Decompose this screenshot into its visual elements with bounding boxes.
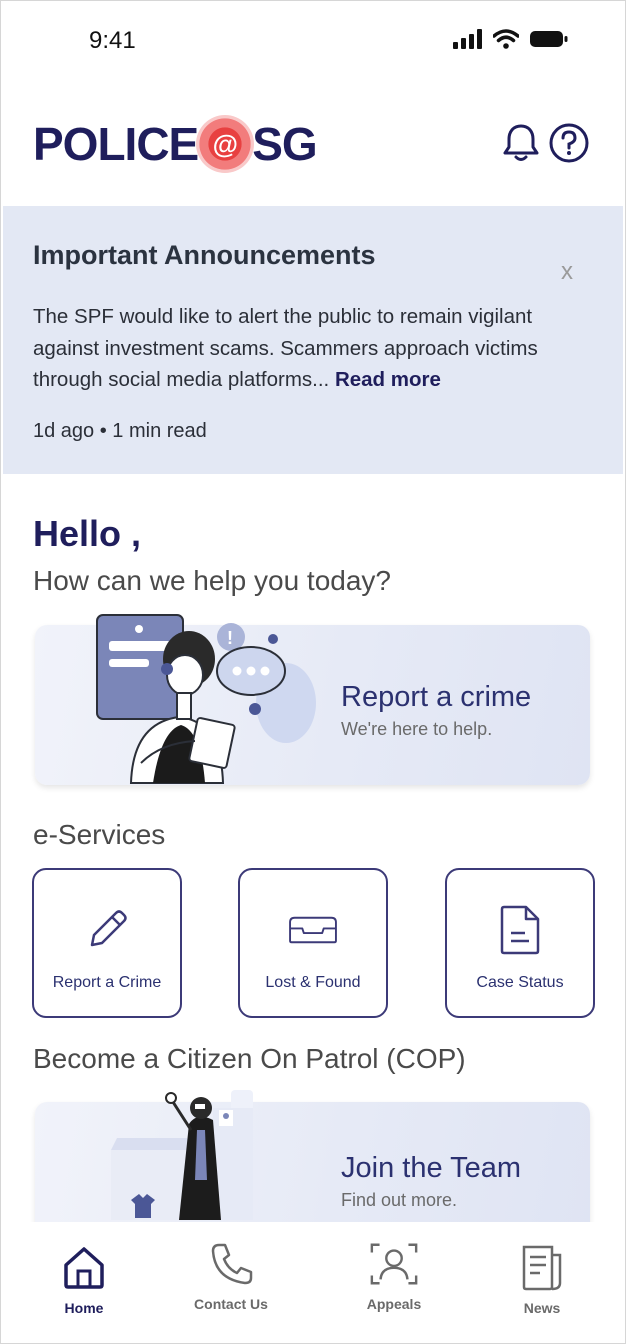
read-more-link[interactable]: Read more [335, 368, 441, 391]
document-icon [494, 904, 546, 956]
eservice-label: Report a Crime [52, 974, 162, 991]
nav-appeals[interactable]: Appeals [339, 1238, 449, 1328]
wifi-icon [493, 29, 519, 49]
pencil-icon [81, 904, 133, 956]
eservice-report-crime[interactable]: Report a Crime [32, 868, 182, 1018]
nav-label-home: Home [64, 1300, 104, 1316]
join-team-card-subtitle: Find out more. [341, 1190, 458, 1210]
help-icon [549, 123, 589, 163]
eservice-lost-found[interactable]: Lost & Found [238, 868, 388, 1018]
nav-home[interactable]: Home [29, 1242, 139, 1332]
cop-heading: Become a Citizen On Patrol (COP) [33, 1043, 466, 1074]
help-button[interactable] [547, 121, 591, 165]
greeting-hello: Hello , [33, 513, 142, 554]
notifications-button[interactable] [499, 121, 543, 165]
announcement-text: The SPF would like to alert the public t… [33, 305, 538, 391]
announcement-body: The SPF would like to alert the public t… [33, 301, 573, 396]
home-icon [58, 1242, 110, 1294]
bottom-navigation: Home Contact Us Appeals News [1, 1222, 625, 1343]
status-bar: 9:41 [1, 1, 625, 83]
status-time: 9:41 [89, 27, 136, 54]
report-crime-illustration: ! [96, 614, 316, 784]
nav-label-contact-us: Contact Us [194, 1296, 268, 1312]
police-sg-logo: POLICE @ SG [33, 115, 318, 173]
announcement-title: Important Announcements [33, 240, 376, 270]
eservice-label: Case Status [476, 974, 564, 991]
report-crime-card[interactable]: ! Report a crime We're here to help. [35, 614, 590, 785]
logo-text-police: POLICE [33, 118, 199, 170]
eservices-heading: e-Services [33, 819, 166, 850]
status-icons [453, 29, 569, 49]
person-scan-icon [368, 1238, 420, 1290]
eservice-label: Lost & Found [265, 974, 361, 991]
announcement-meta: 1d ago • 1 min read [33, 419, 207, 442]
bell-icon [503, 124, 539, 161]
nav-contact-us[interactable]: Contact Us [176, 1238, 286, 1328]
tray-icon [287, 904, 339, 956]
report-crime-card-subtitle: We're here to help. [341, 719, 493, 739]
announcement-close-button[interactable]: x [561, 258, 573, 286]
eservice-case-status[interactable]: Case Status [445, 868, 595, 1018]
app-screen: 9:41 POLICE @ SG Important Announcements… [0, 0, 626, 1344]
phone-icon [205, 1238, 257, 1290]
logo-text-sg: SG [252, 118, 317, 170]
nav-label-appeals: Appeals [366, 1296, 422, 1312]
newspaper-icon [516, 1242, 568, 1294]
report-crime-card-title: Report a crime [341, 681, 532, 713]
app-header: POLICE @ SG [1, 101, 625, 197]
patrol-officer-illustration [111, 1090, 253, 1220]
announcement-banner: Important Announcements x The SPF would … [3, 206, 623, 474]
greeting-subtitle: How can we help you today? [33, 565, 391, 596]
join-team-card-title: Join the Team [341, 1152, 522, 1184]
nav-label-news: News [523, 1300, 561, 1316]
nav-news[interactable]: News [487, 1242, 597, 1332]
cellular-signal-icon [453, 29, 482, 49]
logo-at-mark: @ [196, 115, 255, 173]
battery-icon [530, 31, 568, 47]
svg-text:!: ! [227, 628, 233, 648]
